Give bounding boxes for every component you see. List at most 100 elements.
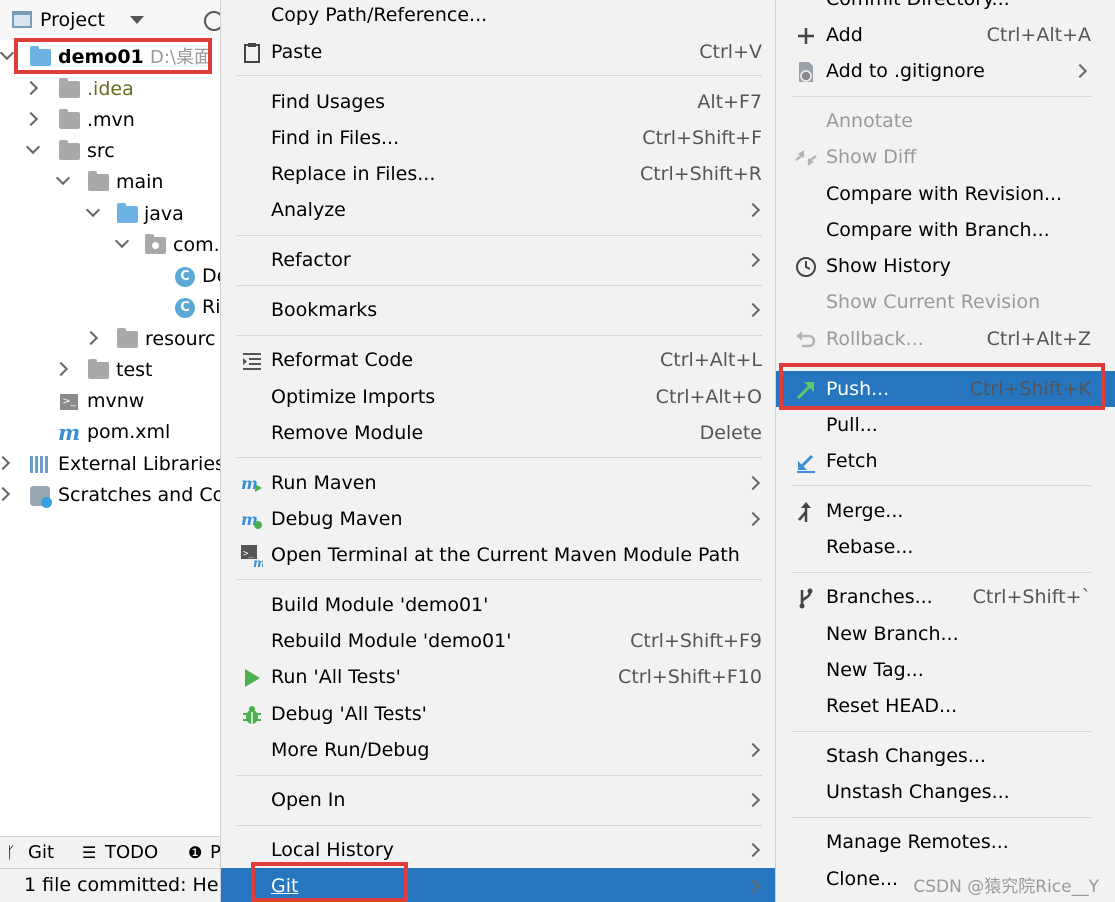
menu-item-bookmarks[interactable]: Bookmarks — [221, 292, 776, 328]
resources-folder-icon — [117, 328, 138, 348]
tree-item-class1[interactable]: C De — [0, 261, 222, 292]
project-panel: Project demo01 D:\桌面 .idea .mvn src main… — [0, 0, 222, 902]
chevron-right-icon[interactable] — [23, 80, 39, 96]
chevron-down-icon[interactable] — [0, 45, 15, 61]
menu-item-debug-maven[interactable]: m Debug Maven — [221, 501, 776, 537]
menu-item-manage-remotes[interactable]: Manage Remotes... — [776, 824, 1115, 860]
menu-item-compare-revision[interactable]: Compare with Revision... — [776, 176, 1115, 212]
menu-item-run-maven[interactable]: m Run Maven — [221, 465, 776, 501]
menu-item-reformat-code[interactable]: Reformat Code Ctrl+Alt+L — [221, 342, 776, 378]
menu-item-open-in[interactable]: Open In — [221, 782, 776, 818]
tree-item-idea[interactable]: .idea — [0, 74, 222, 105]
menu-item-label: Build Module 'demo01' — [271, 594, 489, 616]
menu-item-paste[interactable]: Paste Ctrl+V — [221, 34, 776, 70]
menu-item-merge[interactable]: Merge... — [776, 493, 1115, 529]
menu-item-label: Remove Module — [271, 422, 424, 444]
menu-shortcut: Delete — [699, 422, 762, 444]
menu-shortcut: Ctrl+Shift+R — [639, 163, 762, 185]
menu-shortcut: Ctrl+Shift+F — [642, 127, 762, 149]
menu-item-add-to-gitignore[interactable]: Add to .gitignore — [776, 53, 1115, 89]
menu-item-replace-in-files[interactable]: Replace in Files... Ctrl+Shift+R — [221, 156, 776, 192]
menu-shortcut: Ctrl+Alt+Z — [986, 328, 1091, 350]
menu-item-show-current-revision[interactable]: Show Current Revision — [776, 284, 1115, 320]
menu-item-rebuild-module[interactable]: Rebuild Module 'demo01' Ctrl+Shift+F9 — [221, 623, 776, 659]
menu-item-label: Unstash Changes... — [826, 781, 1010, 803]
menu-item-branches[interactable]: Branches... Ctrl+Shift+` — [776, 579, 1115, 615]
menu-item-label: Find Usages — [271, 91, 386, 113]
menu-item-rollback[interactable]: Rollback... Ctrl+Alt+Z — [776, 321, 1115, 357]
menu-item-label: New Tag... — [826, 659, 924, 681]
menu-item-find-usages[interactable]: Find Usages Alt+F7 — [221, 84, 776, 120]
menu-item-optimize-imports[interactable]: Optimize Imports Ctrl+Alt+O — [221, 379, 776, 415]
menu-item-commit-directory[interactable]: Commit Directory... — [776, 0, 1115, 17]
menu-item-unstash[interactable]: Unstash Changes... — [776, 774, 1115, 810]
chevron-right-icon[interactable] — [53, 361, 69, 377]
chevron-down-icon[interactable] — [114, 233, 130, 249]
chevron-right-icon — [745, 202, 761, 218]
project-header-title[interactable]: Project — [40, 9, 105, 31]
tree-item-class2[interactable]: C Ri — [0, 292, 222, 323]
chevron-right-icon[interactable] — [0, 486, 11, 502]
menu-item-copy-path[interactable]: Copy Path/Reference... — [221, 0, 776, 33]
menu-item-rebase[interactable]: Rebase... — [776, 529, 1115, 565]
menu-item-remove-module[interactable]: Remove Module Delete — [221, 415, 776, 451]
chevron-down-icon[interactable] — [85, 202, 101, 218]
menu-item-refactor[interactable]: Refactor — [221, 242, 776, 278]
tab-todo[interactable]: TODO — [105, 837, 158, 868]
menu-item-find-in-files[interactable]: Find in Files... Ctrl+Shift+F — [221, 120, 776, 156]
chevron-down-icon[interactable] — [25, 139, 41, 155]
menu-item-annotate[interactable]: Annotate — [776, 103, 1115, 139]
tree-item-scratches[interactable]: Scratches and Co — [0, 480, 222, 511]
tree-item-src[interactable]: src — [0, 136, 222, 167]
status-text: 1 file committed: Hel — [24, 874, 222, 896]
chevron-right-icon[interactable] — [83, 330, 99, 346]
menu-item-more-run-debug[interactable]: More Run/Debug — [221, 732, 776, 768]
menu-item-add[interactable]: Add Ctrl+Alt+A — [776, 17, 1115, 53]
tab-git[interactable]: Git — [28, 837, 54, 868]
tree-item-label: java — [144, 203, 184, 225]
tree-item-label: Scratches and Co — [58, 484, 222, 506]
watermark: CSDN @猿究院Rice__Y — [913, 877, 1099, 897]
menu-item-label: Replace in Files... — [271, 163, 436, 185]
tree-item-pom[interactable]: m pom.xml — [0, 417, 222, 448]
tree-item-label: .idea — [87, 78, 134, 100]
menu-item-new-tag[interactable]: New Tag... — [776, 652, 1115, 688]
chevron-down-icon[interactable] — [130, 16, 144, 24]
chevron-down-icon[interactable] — [55, 170, 71, 186]
tree-item-main[interactable]: main — [0, 167, 222, 198]
menu-item-label: Commit Directory... — [826, 0, 1010, 17]
menu-item-reset-head[interactable]: Reset HEAD... — [776, 688, 1115, 724]
chevron-right-icon — [745, 302, 761, 318]
chevron-right-icon — [745, 252, 761, 268]
tree-item-mvnw[interactable]: >_ mvnw — [0, 386, 222, 417]
menu-item-label: Rebase... — [826, 536, 914, 558]
menu-item-show-history[interactable]: Show History — [776, 248, 1115, 284]
menu-item-run-all-tests[interactable]: Run 'All Tests' Ctrl+Shift+F10 — [221, 659, 776, 695]
menu-item-show-diff[interactable]: Show Diff — [776, 139, 1115, 175]
tree-item-package[interactable]: com. — [0, 230, 222, 261]
highlight-box-push — [779, 363, 1105, 410]
menu-item-debug-all-tests[interactable]: Debug 'All Tests' — [221, 696, 776, 732]
chevron-right-icon[interactable] — [23, 111, 39, 127]
chevron-right-icon — [745, 792, 761, 808]
context-menu: Copy Path/Reference... Paste Ctrl+V Find… — [220, 0, 776, 902]
menu-item-open-terminal[interactable]: >_m Open Terminal at the Current Maven M… — [221, 537, 776, 573]
menu-item-pull[interactable]: Pull... — [776, 407, 1115, 443]
menu-item-new-branch[interactable]: New Branch... — [776, 616, 1115, 652]
menu-item-stash[interactable]: Stash Changes... — [776, 738, 1115, 774]
menu-item-label: Run 'All Tests' — [271, 666, 401, 688]
menu-item-label: Show History — [826, 255, 951, 277]
menu-item-fetch[interactable]: Fetch — [776, 443, 1115, 479]
tree-item-external-libraries[interactable]: External Libraries — [0, 449, 222, 480]
tree-item-java[interactable]: java — [0, 199, 222, 230]
menu-item-build-module[interactable]: Build Module 'demo01' — [221, 587, 776, 623]
debug-bug-icon — [243, 706, 261, 724]
tree-item-resources[interactable]: resourc — [0, 324, 222, 355]
menu-item-analyze[interactable]: Analyze — [221, 192, 776, 228]
menu-item-label: Open Terminal at the Current Maven Modul… — [271, 544, 740, 566]
tree-item-test[interactable]: test — [0, 355, 222, 386]
chevron-right-icon[interactable] — [0, 455, 11, 471]
tree-item-label: test — [116, 359, 153, 381]
tree-item-mvn[interactable]: .mvn — [0, 105, 222, 136]
menu-item-compare-branch[interactable]: Compare with Branch... — [776, 212, 1115, 248]
